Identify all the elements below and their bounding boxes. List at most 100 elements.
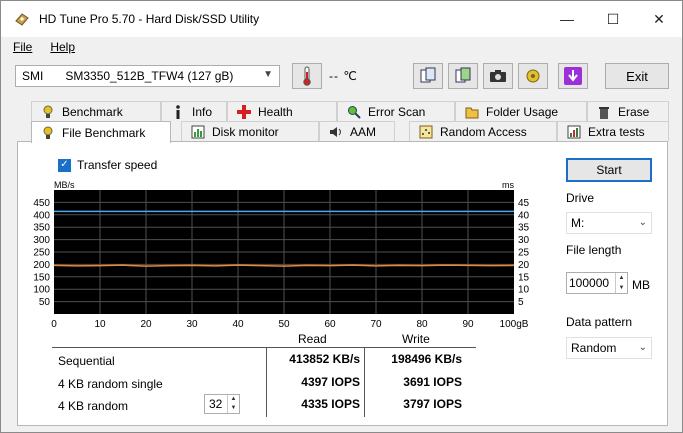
y-left-tick-label: 150 <box>33 272 50 283</box>
speaker-icon <box>328 124 344 140</box>
x-tick-label: 80 <box>416 319 428 330</box>
row-label: 4 KB random <box>58 399 129 413</box>
data-pattern-select[interactable]: Random ⌄ <box>566 337 652 359</box>
drive-model: SM3350_512B_TFW4 (127 gB) <box>65 69 234 83</box>
thermometer-icon <box>303 66 311 86</box>
sequential-write: 198496 KB/s <box>391 352 462 366</box>
x-tick-label: 30 <box>186 319 198 330</box>
drive-letter-select[interactable]: M: ⌄ <box>566 212 652 234</box>
transfer-speed-checkbox[interactable]: ✓ <box>58 158 71 172</box>
health-icon <box>236 104 252 120</box>
copy-icon <box>420 67 436 83</box>
table-divider <box>52 347 476 348</box>
x-tick-label: 100gB <box>500 319 529 330</box>
file-length-unit: MB <box>632 278 650 292</box>
drive-dropdown[interactable]: SMI SM3350_512B_TFW4 (127 gB) ▼ <box>15 65 280 87</box>
tab-label: Benchmark <box>62 104 123 119</box>
chevron-down-icon: ▼ <box>263 69 273 80</box>
window-title: HD Tune Pro 5.70 - Hard Disk/SSD Utility <box>39 12 260 26</box>
drive-label: Drive <box>566 191 595 205</box>
copy-info-button[interactable] <box>413 63 443 89</box>
tab-label: Error Scan <box>368 104 426 119</box>
y-left-tick-label: 50 <box>39 297 51 308</box>
maximize-icon[interactable]: ☐ <box>590 1 636 37</box>
screenshot-button[interactable] <box>483 63 513 89</box>
tab-erase[interactable]: Erase <box>587 101 669 121</box>
tab-random-access[interactable]: Random Access <box>409 121 557 141</box>
spinner-arrows-icon[interactable]: ▲ ▼ <box>615 273 627 293</box>
tab-label: Info <box>192 104 213 119</box>
options-button[interactable] <box>518 63 548 89</box>
y-right-tick-label: 20 <box>518 260 530 271</box>
queue-depth-spinner[interactable]: 32 ▲ ▼ <box>204 394 240 414</box>
menu-file[interactable]: File <box>7 40 38 54</box>
tab-file-benchmark[interactable]: File Benchmark <box>31 121 171 143</box>
data-pattern-value: Random <box>571 341 617 355</box>
file-benchmark-icon <box>40 125 56 141</box>
y-right-tick-label: 35 <box>518 223 530 234</box>
x-tick-label: 10 <box>94 319 106 330</box>
tab-label: Health <box>258 104 293 119</box>
chevron-down-icon: ⌄ <box>638 217 647 228</box>
y-right-unit: ms <box>502 180 514 190</box>
y-right-tick-label: 40 <box>518 210 530 221</box>
random-access-icon <box>418 124 434 140</box>
x-tick-label: 60 <box>324 319 336 330</box>
tab-benchmark[interactable]: Benchmark <box>31 101 161 121</box>
start-button[interactable]: Start <box>566 158 652 182</box>
y-right-tick-label: 5 <box>518 297 524 308</box>
tab-disk-monitor[interactable]: Disk monitor <box>181 121 319 141</box>
file-length-input[interactable]: 100000 ▲ ▼ <box>566 272 628 294</box>
sequential-read: 413852 KB/s <box>289 352 360 366</box>
menu-help[interactable]: Help <box>44 40 81 54</box>
tab-health[interactable]: Health <box>227 101 337 121</box>
erase-icon <box>596 104 612 120</box>
x-tick-label: 20 <box>140 319 152 330</box>
col-write-header: Write <box>402 332 430 346</box>
folder-icon <box>464 104 480 120</box>
chevron-down-icon: ⌄ <box>638 342 647 353</box>
tab-label: Disk monitor <box>212 124 279 139</box>
tab-label: Random Access <box>440 124 527 139</box>
benchmark-icon <box>40 104 56 120</box>
transfer-speed-option[interactable]: ✓ Transfer speed <box>58 158 157 172</box>
error-scan-icon <box>346 104 362 120</box>
row-label: Sequential <box>58 354 115 368</box>
copy-graph-button[interactable] <box>448 63 478 89</box>
camera-icon <box>490 70 506 82</box>
copy-green-icon <box>455 67 471 83</box>
y-left-tick-label: 250 <box>33 248 50 259</box>
tab-label: File Benchmark <box>62 125 146 140</box>
y-left-tick-label: 400 <box>33 210 50 221</box>
menu-bar: File Help <box>1 37 682 57</box>
drive-letter-value: M: <box>571 216 585 230</box>
y-right-tick-label: 45 <box>518 198 530 209</box>
random-single-write: 3691 IOPS <box>403 375 462 389</box>
y-right-tick-label: 25 <box>518 248 530 259</box>
y-left-tick-label: 200 <box>33 260 50 271</box>
tab-folder-usage[interactable]: Folder Usage <box>455 101 587 121</box>
x-tick-label: 0 <box>51 319 57 330</box>
tab-extra-tests[interactable]: Extra tests <box>557 121 669 141</box>
x-tick-label: 50 <box>278 319 290 330</box>
y-left-tick-label: 450 <box>33 198 50 209</box>
tab-label: Extra tests <box>588 124 645 139</box>
tab-aam[interactable]: AAM <box>319 121 395 141</box>
temperature-readout: -- ℃ <box>329 69 358 83</box>
transfer-speed-label: Transfer speed <box>77 158 158 172</box>
minimize-icon[interactable]: — <box>544 1 590 37</box>
exit-button[interactable]: Exit <box>605 63 669 89</box>
x-tick-label: 40 <box>232 319 244 330</box>
thermometer-button[interactable] <box>292 63 322 89</box>
file-length-label: File length <box>566 243 622 257</box>
tab-label: Erase <box>618 104 650 119</box>
save-button[interactable] <box>558 63 588 89</box>
tab-label: Folder Usage <box>486 104 559 119</box>
close-icon[interactable]: ✕ <box>636 1 682 37</box>
toolbar: SMI SM3350_512B_TFW4 (127 gB) ▼ -- ℃ Exi… <box>1 57 682 97</box>
tab-label: AAM <box>350 124 377 139</box>
tab-info[interactable]: Info <box>161 101 227 121</box>
spinner-arrows-icon[interactable]: ▲ ▼ <box>227 395 239 413</box>
file-benchmark-panel: ✓ Transfer speed 0 10 20 30 40 50 60 70 80 90 100g… <box>17 141 668 426</box>
tab-error-scan[interactable]: Error Scan <box>337 101 455 121</box>
